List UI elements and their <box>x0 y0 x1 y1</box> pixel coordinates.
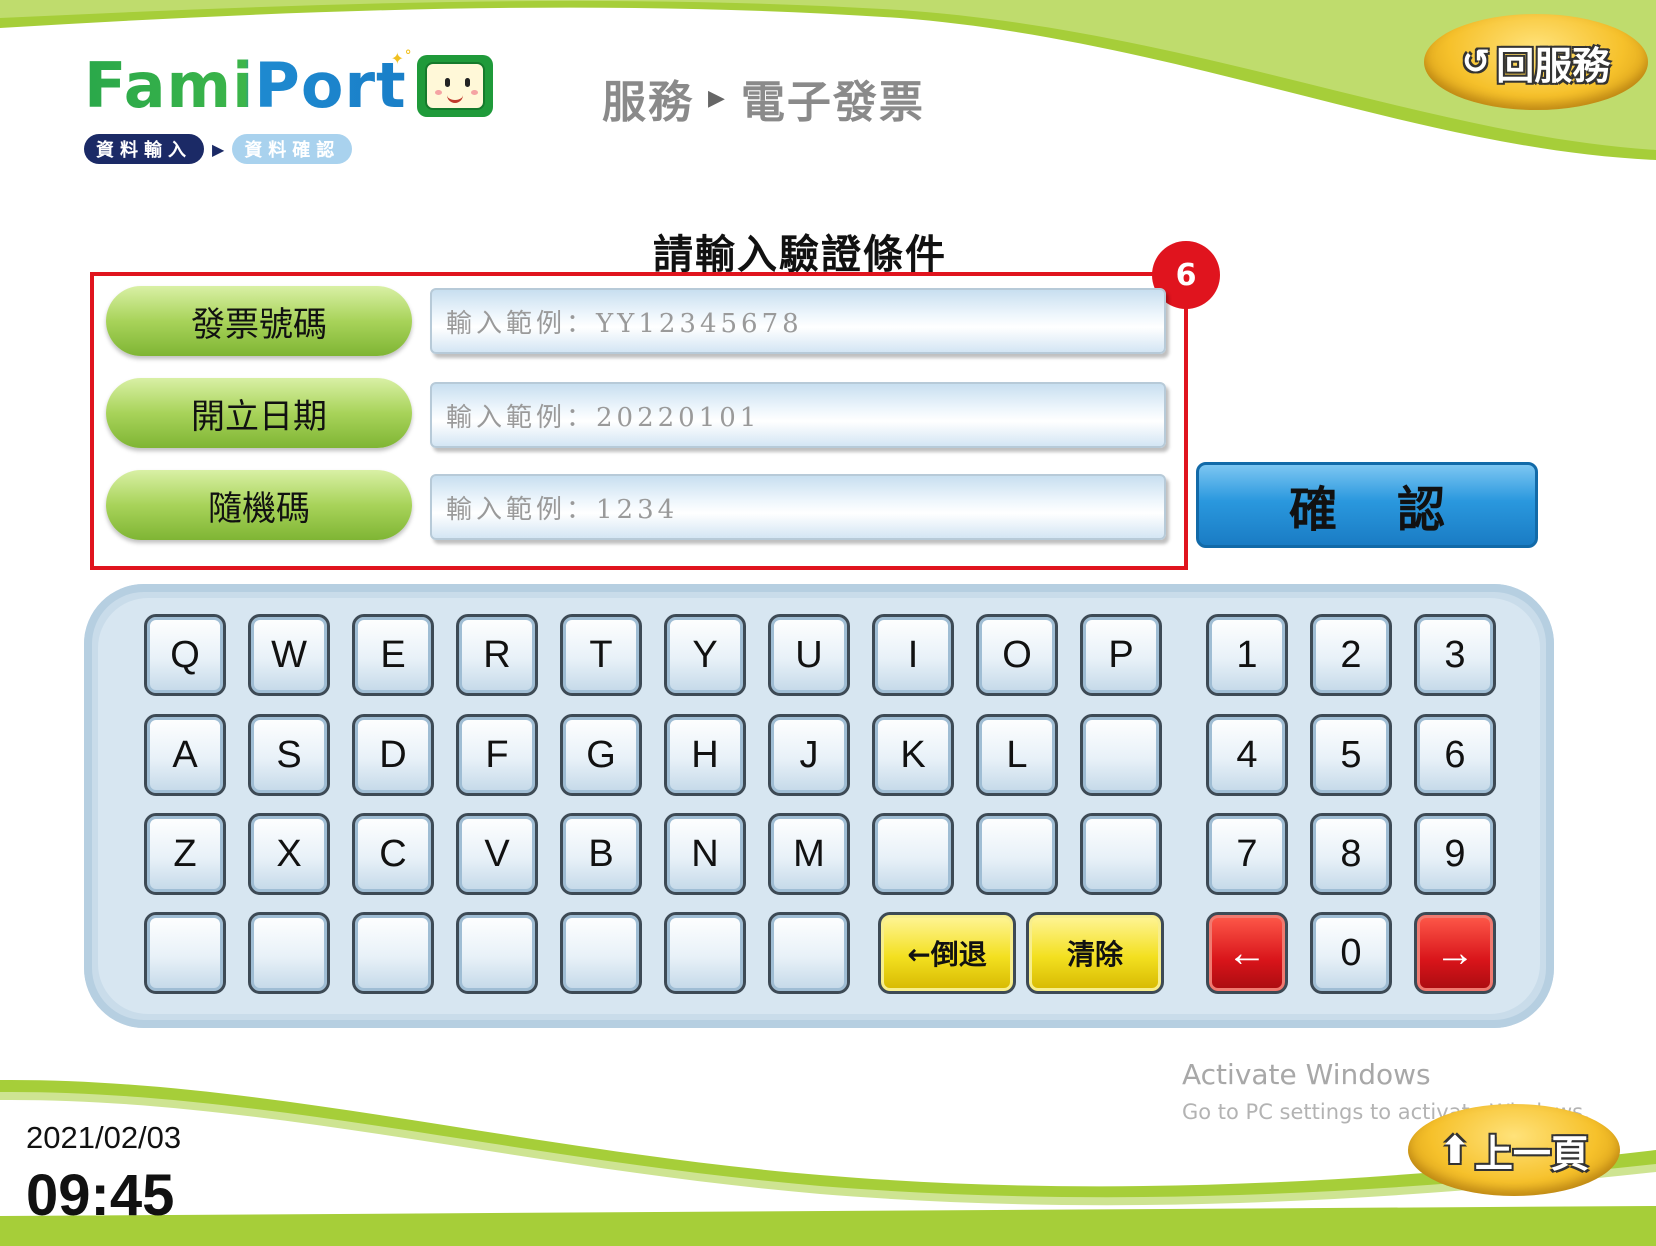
key-0[interactable]: 0 <box>1310 912 1392 994</box>
key-v[interactable]: V <box>456 813 538 895</box>
confirm-label-1: 確 <box>1288 482 1337 538</box>
current-time: 09:45 <box>26 1163 175 1228</box>
breadcrumb-arrow-icon: ▶ <box>708 85 727 111</box>
key-j[interactable]: J <box>768 714 850 796</box>
issue-date-input[interactable]: 輸入範例：20220101 <box>430 382 1166 448</box>
key-n[interactable]: N <box>664 813 746 895</box>
key-blank[interactable] <box>768 912 850 994</box>
key-2[interactable]: 2 <box>1310 614 1392 696</box>
key-blank[interactable] <box>976 813 1058 895</box>
step-arrow-icon: ▶ <box>212 139 225 159</box>
back-to-services-button[interactable]: ↺ 回服務 <box>1424 14 1648 110</box>
key-l[interactable]: L <box>976 714 1058 796</box>
key-x[interactable]: X <box>248 813 330 895</box>
breadcrumb-einvoice: 電子發票 <box>740 77 925 128</box>
key-q[interactable]: Q <box>144 614 226 696</box>
key-1[interactable]: 1 <box>1206 614 1288 696</box>
key-3[interactable]: 3 <box>1414 614 1496 696</box>
sparkle-icon: ✦˚ <box>390 49 413 68</box>
key-blank[interactable] <box>248 912 330 994</box>
invoice-number-input[interactable]: 輸入範例：YY12345678 <box>430 288 1166 354</box>
key-blank[interactable] <box>664 912 746 994</box>
back-to-services-label: 回服務 <box>1496 43 1611 88</box>
key-a[interactable]: A <box>144 714 226 796</box>
key-5[interactable]: 5 <box>1310 714 1392 796</box>
key-7[interactable]: 7 <box>1206 813 1288 895</box>
previous-page-label: 上一頁 <box>1474 1131 1589 1176</box>
key-y[interactable]: Y <box>664 614 746 696</box>
key-b[interactable]: B <box>560 813 642 895</box>
invoice-number-label-button[interactable]: 發票號碼 <box>106 286 412 356</box>
key-w[interactable]: W <box>248 614 330 696</box>
random-code-label-button[interactable]: 隨機碼 <box>106 470 412 540</box>
famiport-logo: FamiPort ✦˚ <box>84 50 493 122</box>
random-code-input[interactable]: 輸入範例：1234 <box>430 474 1166 540</box>
key-i[interactable]: I <box>872 614 954 696</box>
key-s[interactable]: S <box>248 714 330 796</box>
key-h[interactable]: H <box>664 714 746 796</box>
return-icon: ↺ <box>1461 42 1491 82</box>
step-data-confirm: 資料確認 <box>232 134 353 164</box>
backspace-key[interactable]: ←倒退 <box>878 912 1016 994</box>
windows-watermark-title: Activate Windows <box>1182 1058 1431 1091</box>
key-6[interactable]: 6 <box>1414 714 1496 796</box>
previous-page-button[interactable]: ⬆ 上一頁 <box>1408 1104 1620 1196</box>
key-9[interactable]: 9 <box>1414 813 1496 895</box>
cursor-left-key[interactable]: ← <box>1206 912 1288 994</box>
logo-text: FamiPort <box>84 49 407 122</box>
current-date: 2021/02/03 <box>26 1120 182 1155</box>
step-data-input: 資料輸入 <box>84 134 204 164</box>
key-d[interactable]: D <box>352 714 434 796</box>
key-blank[interactable] <box>144 912 226 994</box>
key-4[interactable]: 4 <box>1206 714 1288 796</box>
confirm-button[interactable]: 確 認 <box>1196 462 1538 548</box>
up-arrow-icon: ⬆ <box>1439 1128 1471 1172</box>
breadcrumb: 服務 ▶ 電子發票 <box>602 66 925 130</box>
key-blank[interactable] <box>456 912 538 994</box>
key-z[interactable]: Z <box>144 813 226 895</box>
key-m[interactable]: M <box>768 813 850 895</box>
key-o[interactable]: O <box>976 614 1058 696</box>
cursor-right-key[interactable]: → <box>1414 912 1496 994</box>
key-u[interactable]: U <box>768 614 850 696</box>
key-e[interactable]: E <box>352 614 434 696</box>
key-r[interactable]: R <box>456 614 538 696</box>
breadcrumb-service: 服務 <box>602 77 694 128</box>
progress-steps: 資料輸入 ▶ 資料確認 <box>84 134 353 164</box>
key-blank[interactable] <box>1080 813 1162 895</box>
mascot-icon: ✦˚ <box>391 51 493 117</box>
key-blank[interactable] <box>352 912 434 994</box>
key-8[interactable]: 8 <box>1310 813 1392 895</box>
clear-key[interactable]: 清除 <box>1026 912 1164 994</box>
key-g[interactable]: G <box>560 714 642 796</box>
key-blank[interactable] <box>1080 714 1162 796</box>
key-blank[interactable] <box>560 912 642 994</box>
issue-date-label-button[interactable]: 開立日期 <box>106 378 412 448</box>
key-t[interactable]: T <box>560 614 642 696</box>
confirm-label-2: 認 <box>1397 482 1446 538</box>
key-c[interactable]: C <box>352 813 434 895</box>
key-p[interactable]: P <box>1080 614 1162 696</box>
key-blank[interactable] <box>872 813 954 895</box>
key-k[interactable]: K <box>872 714 954 796</box>
key-f[interactable]: F <box>456 714 538 796</box>
